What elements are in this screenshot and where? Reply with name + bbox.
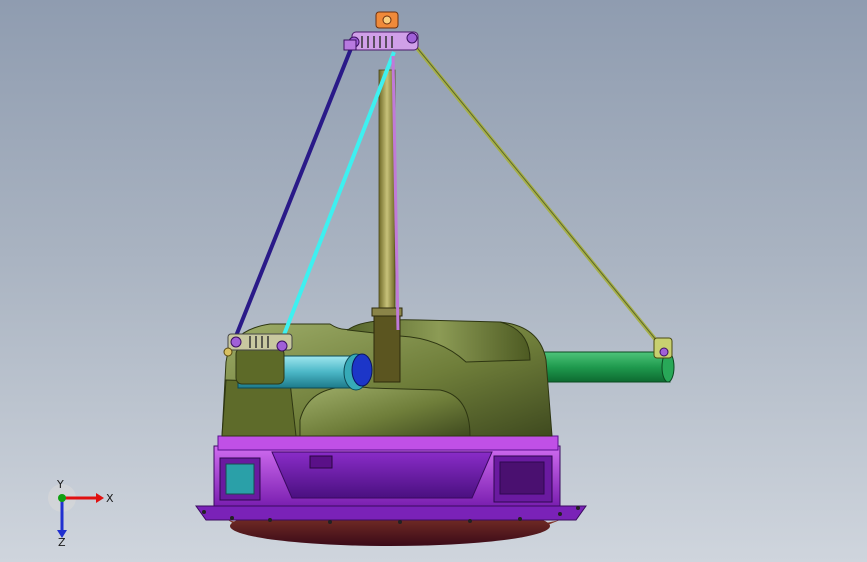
base-plate <box>195 505 587 521</box>
turret-front <box>299 386 471 437</box>
right-hinge <box>653 337 673 359</box>
right-hatch-panel <box>499 461 545 495</box>
support-strut-left <box>234 45 354 337</box>
support-strut-right-shadow <box>413 43 667 353</box>
sensor-housing <box>235 347 285 385</box>
pole-sleeve <box>373 311 401 383</box>
model-scene[interactable] <box>0 0 867 562</box>
turret-ring <box>217 435 559 451</box>
left-hatch-panel <box>225 463 255 495</box>
front-latch <box>309 455 333 469</box>
base-recess <box>271 451 493 499</box>
support-strut-cyan <box>280 51 396 341</box>
sensor-lens <box>351 353 373 387</box>
lifting-hook <box>343 11 419 51</box>
gun-barrel <box>539 351 671 383</box>
cad-viewport[interactable]: X Y Z <box>0 0 867 562</box>
triad-x-label: X <box>106 492 114 505</box>
triad-z-label: Z <box>58 536 66 548</box>
axis-triad: X Y Z <box>48 478 114 548</box>
triad-y-axis <box>58 494 66 502</box>
triad-y-label: Y <box>56 478 64 491</box>
triad-x-arrow <box>96 493 104 503</box>
